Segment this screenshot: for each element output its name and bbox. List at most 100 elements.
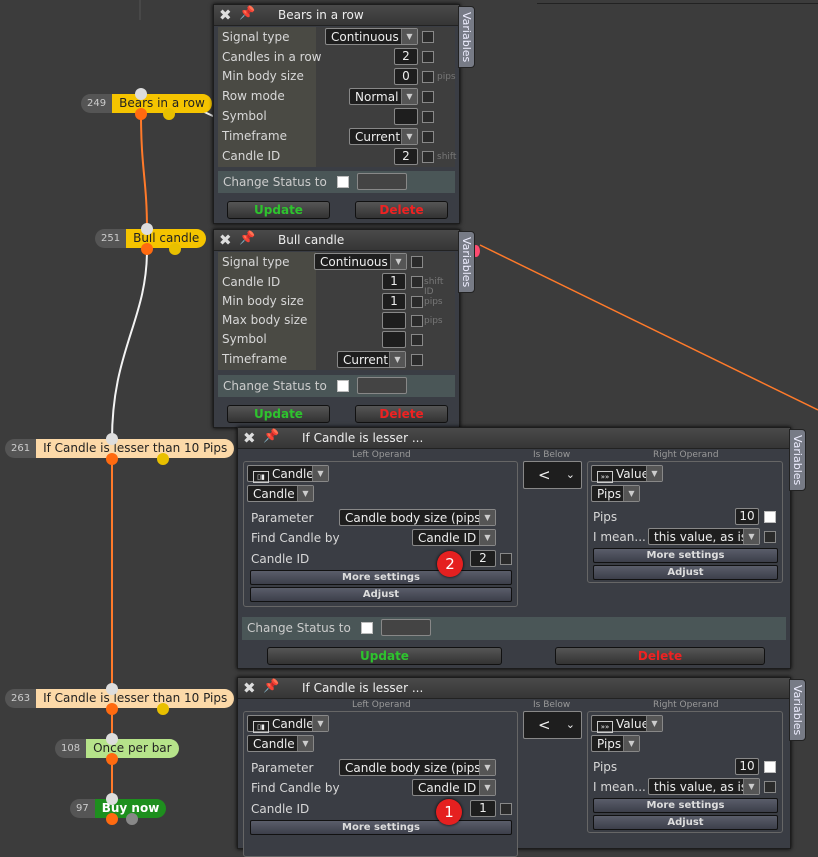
pin-icon[interactable]: 📌 xyxy=(263,429,279,444)
node-263[interactable]: 263 If Candle is lesser than 10 Pips xyxy=(5,689,235,708)
i-mean-checkbox[interactable] xyxy=(764,781,776,793)
output-port[interactable] xyxy=(106,453,118,465)
output-port[interactable] xyxy=(106,813,118,825)
close-icon[interactable]: ✖ xyxy=(219,231,232,249)
input-port[interactable] xyxy=(106,793,118,805)
workflow-canvas[interactable]: 249 Bears in a row 251 Bull candle 261 I… xyxy=(0,0,818,857)
input-port[interactable] xyxy=(135,88,147,100)
timeframe-checkbox[interactable] xyxy=(422,131,434,143)
adjust-button[interactable]: Adjust xyxy=(593,565,778,580)
update-button[interactable]: Update xyxy=(227,201,330,219)
parameter-select[interactable]: Candle body size (pips) ▼ xyxy=(339,759,496,776)
input-port[interactable] xyxy=(141,223,153,235)
i-mean-select[interactable]: this value, as is ▼ xyxy=(648,528,760,545)
pips-checkbox[interactable] xyxy=(764,761,776,773)
pips-checkbox[interactable] xyxy=(764,511,776,523)
signal-type-checkbox[interactable] xyxy=(411,256,423,268)
input-port[interactable] xyxy=(106,433,118,445)
candle-id-input[interactable]: 2 xyxy=(394,148,418,165)
status-color-input[interactable] xyxy=(381,619,431,636)
more-settings-button[interactable]: More settings xyxy=(250,820,512,835)
row-mode-select[interactable]: Normal ▼ xyxy=(349,88,418,105)
right-type-select[interactable]: »» Value ▼ xyxy=(591,715,663,733)
more-settings-button[interactable]: More settings xyxy=(593,798,778,813)
close-icon[interactable]: ✖ xyxy=(243,429,256,447)
comparison-operator-select[interactable]: < ⌄ xyxy=(523,711,582,739)
output-port[interactable] xyxy=(135,108,147,120)
pin-icon[interactable]: 📌 xyxy=(263,679,279,694)
i-mean-checkbox[interactable] xyxy=(764,531,776,543)
symbol-checkbox[interactable] xyxy=(411,334,423,346)
change-status-checkbox[interactable] xyxy=(337,380,349,392)
input-port[interactable] xyxy=(106,733,118,745)
update-button[interactable]: Update xyxy=(267,647,502,665)
row-mode-checkbox[interactable] xyxy=(422,91,434,103)
operand-type-select[interactable]: ▯▮ Candle ▼ xyxy=(247,465,329,483)
signal-type-checkbox[interactable] xyxy=(422,31,434,43)
input-port[interactable] xyxy=(106,683,118,695)
candles-in-row-checkbox[interactable] xyxy=(422,51,434,63)
node-97[interactable]: 97 Buy now xyxy=(70,799,167,818)
delete-button[interactable]: Delete xyxy=(555,647,765,665)
output-port[interactable] xyxy=(169,243,181,255)
panel-header[interactable]: ✖ 📌 If Candle is lesser ... xyxy=(238,678,790,699)
min-body-input[interactable]: 1 xyxy=(382,293,406,310)
symbol-checkbox[interactable] xyxy=(422,111,434,123)
find-candle-select[interactable]: Candle ID ▼ xyxy=(412,779,496,796)
operand-source-select[interactable]: Candle ▼ xyxy=(247,735,314,752)
candle-id-input[interactable]: 1 xyxy=(382,273,406,290)
pips-input[interactable]: 10 xyxy=(735,508,759,525)
pin-icon[interactable]: 📌 xyxy=(239,231,255,246)
signal-type-select[interactable]: Continuous ▼ xyxy=(325,28,418,45)
status-color-input[interactable] xyxy=(357,173,407,190)
variables-tab[interactable]: Variables xyxy=(458,6,475,68)
variables-tab[interactable]: Variables xyxy=(789,679,806,741)
operand-source-select[interactable]: Candle ▼ xyxy=(247,485,314,502)
panel-header[interactable]: ✖ 📌 Bears in a row xyxy=(214,5,459,26)
i-mean-select[interactable]: this value, as is ▼ xyxy=(648,778,760,795)
variables-tab[interactable]: Variables xyxy=(789,429,806,491)
parameter-select[interactable]: Candle body size (pips) ▼ xyxy=(339,509,496,526)
candle-id-input[interactable]: 2 xyxy=(470,550,496,567)
max-body-checkbox[interactable] xyxy=(411,315,423,327)
output-port[interactable] xyxy=(157,703,169,715)
node-261[interactable]: 261 If Candle is lesser than 10 Pips xyxy=(5,439,235,458)
right-type-select[interactable]: »» Value ▼ xyxy=(591,465,663,483)
min-body-input[interactable]: 0 xyxy=(394,68,418,85)
min-body-checkbox[interactable] xyxy=(411,296,423,308)
change-status-checkbox[interactable] xyxy=(337,176,349,188)
close-icon[interactable]: ✖ xyxy=(219,6,232,24)
pips-input[interactable]: 10 xyxy=(735,758,759,775)
node-249[interactable]: 249 Bears in a row xyxy=(81,94,212,113)
adjust-button[interactable]: Adjust xyxy=(593,815,778,830)
pin-icon[interactable]: 📌 xyxy=(239,6,255,21)
change-status-checkbox[interactable] xyxy=(361,622,373,634)
delete-button[interactable]: Delete xyxy=(355,201,448,219)
update-button[interactable]: Update xyxy=(227,405,330,423)
output-port[interactable] xyxy=(106,703,118,715)
find-candle-select[interactable]: Candle ID ▼ xyxy=(412,529,496,546)
right-unit-select[interactable]: Pips ▼ xyxy=(591,735,640,752)
symbol-input[interactable] xyxy=(382,331,406,348)
panel-header[interactable]: ✖ 📌 If Candle is lesser ... xyxy=(238,428,790,449)
comparison-operator-select[interactable]: < ⌄ xyxy=(523,461,582,489)
delete-button[interactable]: Delete xyxy=(355,405,448,423)
max-body-input[interactable] xyxy=(382,312,406,329)
close-icon[interactable]: ✖ xyxy=(243,679,256,697)
symbol-input[interactable] xyxy=(394,108,418,125)
output-port[interactable] xyxy=(141,243,153,255)
output-port[interactable] xyxy=(126,813,138,825)
timeframe-select[interactable]: Current ▼ xyxy=(337,351,406,368)
adjust-button[interactable]: Adjust xyxy=(250,587,512,602)
timeframe-select[interactable]: Current ▼ xyxy=(349,128,418,145)
output-port[interactable] xyxy=(157,453,169,465)
candle-id-checkbox[interactable] xyxy=(500,553,512,565)
min-body-checkbox[interactable] xyxy=(422,71,434,83)
output-port[interactable] xyxy=(163,108,175,120)
candle-id-input[interactable]: 1 xyxy=(470,800,496,817)
output-port[interactable] xyxy=(106,753,118,765)
panel-header[interactable]: ✖ 📌 Bull candle xyxy=(214,230,459,251)
candle-id-checkbox[interactable] xyxy=(500,803,512,815)
candle-id-checkbox[interactable] xyxy=(411,276,423,288)
more-settings-button[interactable]: More settings xyxy=(250,570,512,585)
